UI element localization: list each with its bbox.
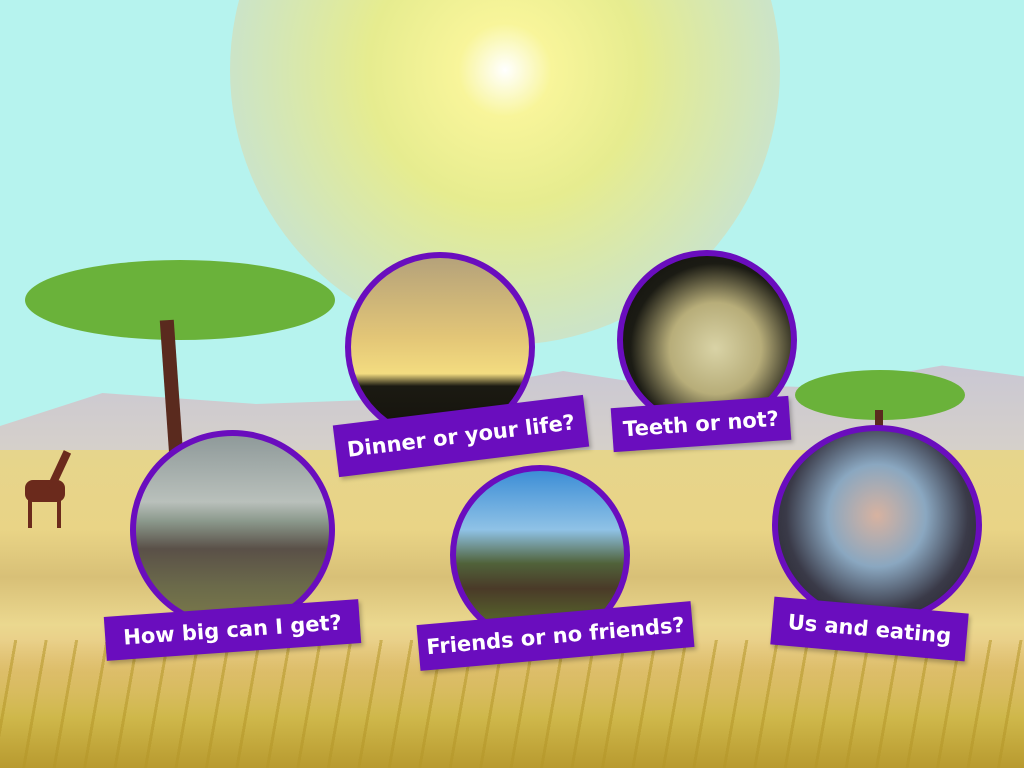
topic-label: Us and eating [770,596,969,662]
topic-friends-or-no-friends[interactable]: Friends or no friends? [416,465,698,671]
elephants-image [130,430,335,630]
topic-teeth-or-not[interactable]: Teeth or not? [610,250,797,453]
campfire-people-image [772,425,982,625]
topic-dinner-or-your-life[interactable]: Dinner or your life? [332,250,595,478]
topic-label: Teeth or not? [610,395,792,453]
topic-how-big-can-i-get[interactable]: How big can I get? [103,430,365,661]
topic-us-and-eating[interactable]: Us and eating [770,425,982,662]
topic-label: How big can I get? [103,599,362,661]
giraffe-silhouette [25,445,85,530]
